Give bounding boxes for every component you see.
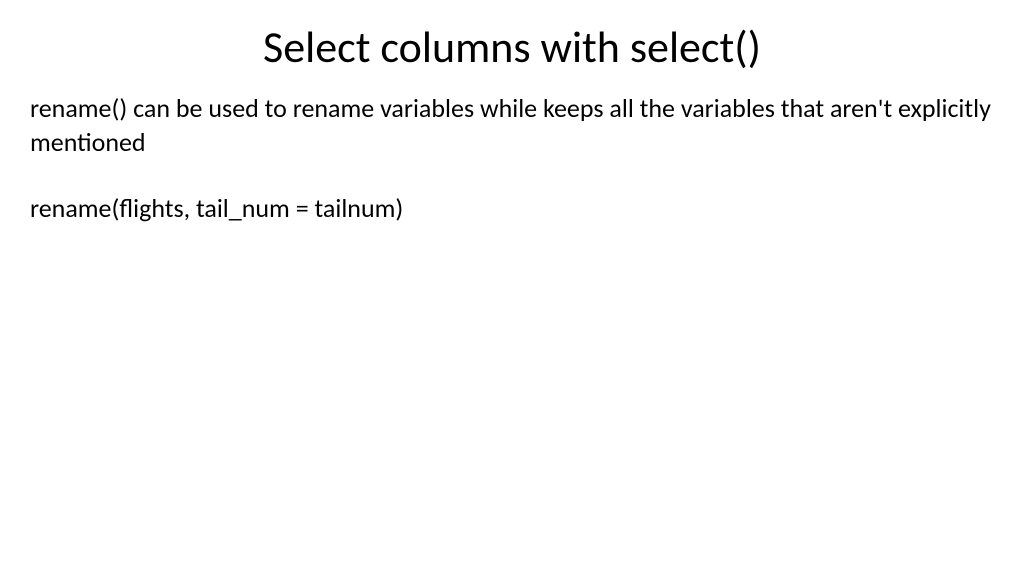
slide-container: Select columns with select() rename() ca… (0, 0, 1024, 576)
body-paragraph-1: rename() can be used to rename variables… (30, 92, 994, 160)
slide-body: rename() can be used to rename variables… (30, 92, 994, 225)
slide-title: Select columns with select() (30, 20, 994, 74)
body-paragraph-2: rename(flights, tail_num = tailnum) (30, 192, 994, 226)
